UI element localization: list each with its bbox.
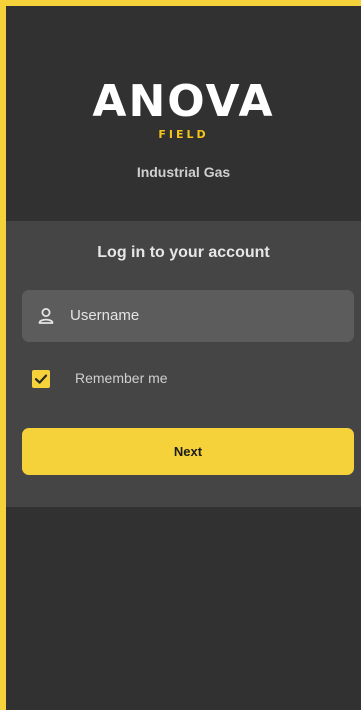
login-title: Log in to your account <box>97 244 270 261</box>
username-field[interactable]: Username <box>22 290 354 342</box>
app-frame: ANOVA FIELD Industrial Gas Log in to you… <box>6 6 361 710</box>
remember-label: Remember me <box>75 370 168 386</box>
checkmark-icon <box>34 374 48 384</box>
logo: ANOVA <box>92 76 275 127</box>
tagline: Industrial Gas <box>136 164 231 180</box>
username-placeholder: Username <box>70 307 140 324</box>
next-button[interactable]: Next <box>22 428 354 475</box>
logo-subtext: FIELD <box>158 128 209 141</box>
user-icon <box>36 306 56 326</box>
brand-header: ANOVA FIELD Industrial Gas <box>6 6 361 221</box>
remember-checkbox[interactable] <box>32 370 50 388</box>
login-card: Log in to your account Username Remember… <box>6 221 361 507</box>
